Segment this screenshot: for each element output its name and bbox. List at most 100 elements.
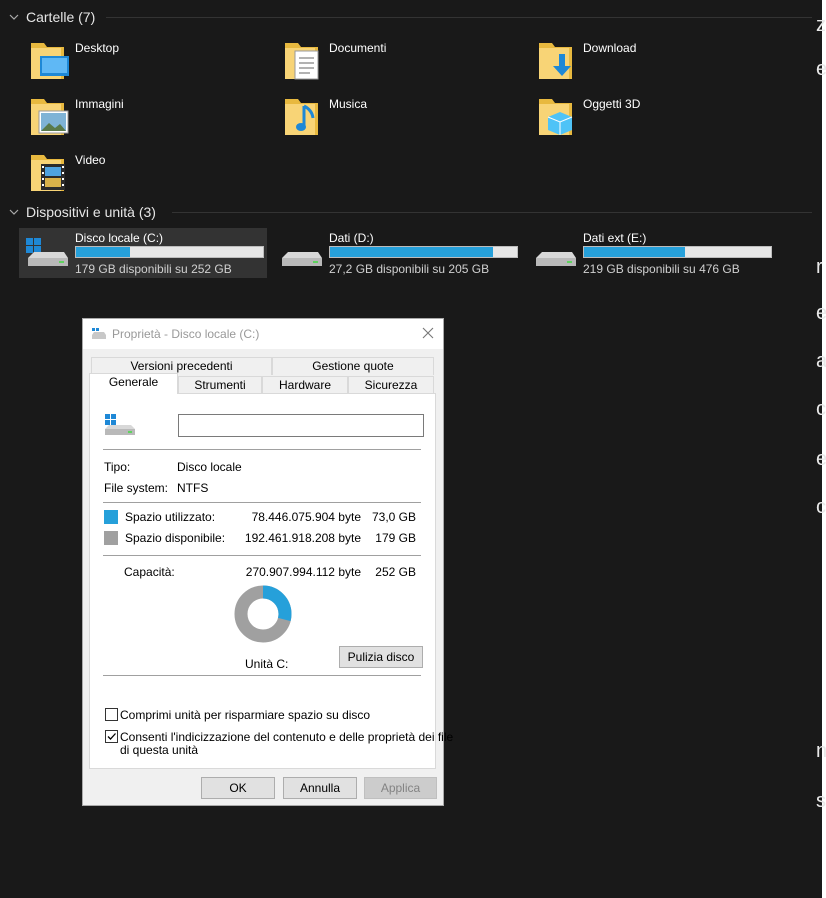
adjacent-window-text: n	[816, 740, 826, 762]
group-divider	[106, 17, 812, 18]
general-tab-panel: Tipo: Disco locale File system: NTFS Spa…	[89, 393, 453, 769]
drive-usage-bar	[75, 246, 264, 258]
disk-usage-donut-chart	[234, 585, 292, 643]
group-divider	[172, 212, 812, 213]
drive-free-space: 27,2 GB disponibili su 205 GB	[329, 262, 490, 276]
drive-letter-label: Unità C:	[245, 657, 289, 671]
folders-group-title: Cartelle (7)	[26, 9, 96, 25]
folder-item-download[interactable]: Download	[536, 40, 776, 90]
adjacent-window-text: z	[816, 14, 826, 36]
folder-item-oggetti-3d[interactable]: Oggetti 3D	[536, 96, 776, 146]
checkmark-icon	[107, 733, 116, 740]
adjacent-window-text: e	[816, 448, 826, 470]
tab-gestione-quote[interactable]: Gestione quote	[272, 357, 434, 375]
capacity-bytes: 270.907.994.112 byte	[245, 565, 361, 579]
volume-name-input[interactable]	[178, 414, 424, 437]
drive-usage-fill	[76, 247, 131, 257]
videos-folder-icon	[31, 155, 65, 191]
windows-drive-icon	[26, 238, 68, 266]
music-folder-icon	[285, 99, 318, 135]
chevron-down-icon	[8, 206, 20, 218]
divider	[103, 449, 421, 450]
folder-item-documenti[interactable]: Documenti	[282, 40, 522, 90]
used-space-gb: 73,0 GB	[371, 510, 416, 524]
hard-drive-icon	[282, 252, 322, 266]
folder-item-desktop[interactable]: Desktop	[28, 40, 268, 90]
used-space-label: Spazio utilizzato:	[125, 510, 216, 524]
folders-group-header[interactable]: Cartelle (7)	[8, 7, 95, 27]
type-label: Tipo:	[104, 460, 131, 474]
folder-item-musica[interactable]: Musica	[282, 96, 522, 146]
windows-drive-icon	[105, 414, 135, 435]
folder-name: Video	[75, 153, 106, 167]
drive-free-space: 179 GB disponibili su 252 GB	[75, 262, 232, 276]
cancel-button[interactable]: Annulla	[283, 777, 357, 799]
hard-drive-icon	[536, 252, 576, 266]
tab-strumenti[interactable]: Strumenti	[178, 376, 262, 394]
adjacent-window-text: s	[816, 790, 826, 812]
drive-usage-bar	[583, 246, 772, 258]
allow-indexing-label-line1: Consenti l'indicizzazione del contenuto …	[120, 730, 454, 744]
3d-objects-folder-icon	[539, 99, 573, 135]
folder-name: Documenti	[329, 41, 387, 55]
devices-group-header[interactable]: Dispositivi e unità (3)	[8, 202, 156, 222]
drive-usage-bar	[329, 246, 518, 258]
compress-drive-label: Comprimi unità per risparmiare spazio su…	[120, 708, 371, 722]
free-space-gb: 179 GB	[375, 531, 416, 545]
folder-name: Download	[583, 41, 637, 55]
adjacent-window-text: e	[816, 58, 826, 80]
file-system-value: NTFS	[177, 481, 209, 495]
devices-group-title: Dispositivi e unità (3)	[26, 204, 156, 220]
drive-usage-fill	[584, 247, 685, 257]
documents-folder-icon	[285, 43, 319, 80]
tab-generale[interactable]: Generale	[89, 373, 178, 394]
drive-item-e[interactable]: Dati ext (E:) 219 GB disponibili su 476 …	[527, 228, 775, 278]
drive-name: Disco locale (C:)	[75, 231, 164, 245]
drive-free-space: 219 GB disponibili su 476 GB	[583, 262, 740, 276]
downloads-folder-icon	[539, 43, 572, 79]
hard-drive-icon	[92, 328, 106, 339]
tab-sicurezza[interactable]: Sicurezza	[348, 376, 434, 394]
drive-item-c[interactable]: Disco locale (C:) 179 GB disponibili su …	[19, 228, 267, 278]
divider	[103, 555, 421, 556]
adjacent-window-text: r	[816, 256, 823, 278]
allow-indexing-checkbox[interactable]	[105, 730, 118, 743]
apply-button[interactable]: Applica	[364, 777, 437, 799]
adjacent-window-text: a	[816, 350, 826, 372]
ok-button[interactable]: OK	[201, 777, 275, 799]
divider	[103, 502, 421, 503]
drive-name: Dati ext (E:)	[583, 231, 647, 245]
allow-indexing-label-line2: di questa unità	[120, 743, 199, 757]
free-space-bytes: 192.461.918.208 byte	[244, 531, 361, 545]
free-space-swatch	[104, 531, 118, 545]
folder-item-video[interactable]: Video	[28, 152, 268, 202]
folder-name: Oggetti 3D	[583, 97, 641, 111]
used-space-swatch	[104, 510, 118, 524]
dialog-titlebar[interactable]: Proprietà - Disco locale (C:)	[83, 319, 443, 349]
close-icon[interactable]	[421, 326, 435, 340]
disk-cleanup-button[interactable]: Pulizia disco	[339, 646, 423, 668]
adjacent-window-text: e	[816, 302, 826, 324]
dialog-title: Proprietà - Disco locale (C:)	[112, 327, 260, 341]
adjacent-window-text: c	[816, 398, 826, 420]
used-space-bytes: 78.446.075.904 byte	[251, 510, 361, 524]
type-value: Disco locale	[177, 460, 242, 474]
pictures-folder-icon	[31, 99, 69, 135]
free-space-label: Spazio disponibile:	[125, 531, 226, 545]
file-system-label: File system:	[104, 481, 169, 495]
tab-hardware[interactable]: Hardware	[262, 376, 348, 394]
drive-usage-fill	[330, 247, 493, 257]
desktop-folder-icon	[31, 43, 69, 79]
folder-item-immagini[interactable]: Immagini	[28, 96, 268, 146]
drive-name: Dati (D:)	[329, 231, 374, 245]
drive-item-d[interactable]: Dati (D:) 27,2 GB disponibili su 205 GB	[273, 228, 521, 278]
folder-name: Musica	[329, 97, 368, 111]
capacity-gb: 252 GB	[375, 565, 416, 579]
folder-name: Immagini	[75, 97, 124, 111]
chevron-down-icon	[8, 11, 20, 23]
capacity-label: Capacità:	[124, 565, 175, 579]
adjacent-window-text: c	[816, 496, 826, 518]
compress-drive-checkbox[interactable]	[105, 708, 118, 721]
folder-name: Desktop	[75, 41, 120, 55]
divider	[103, 675, 421, 676]
